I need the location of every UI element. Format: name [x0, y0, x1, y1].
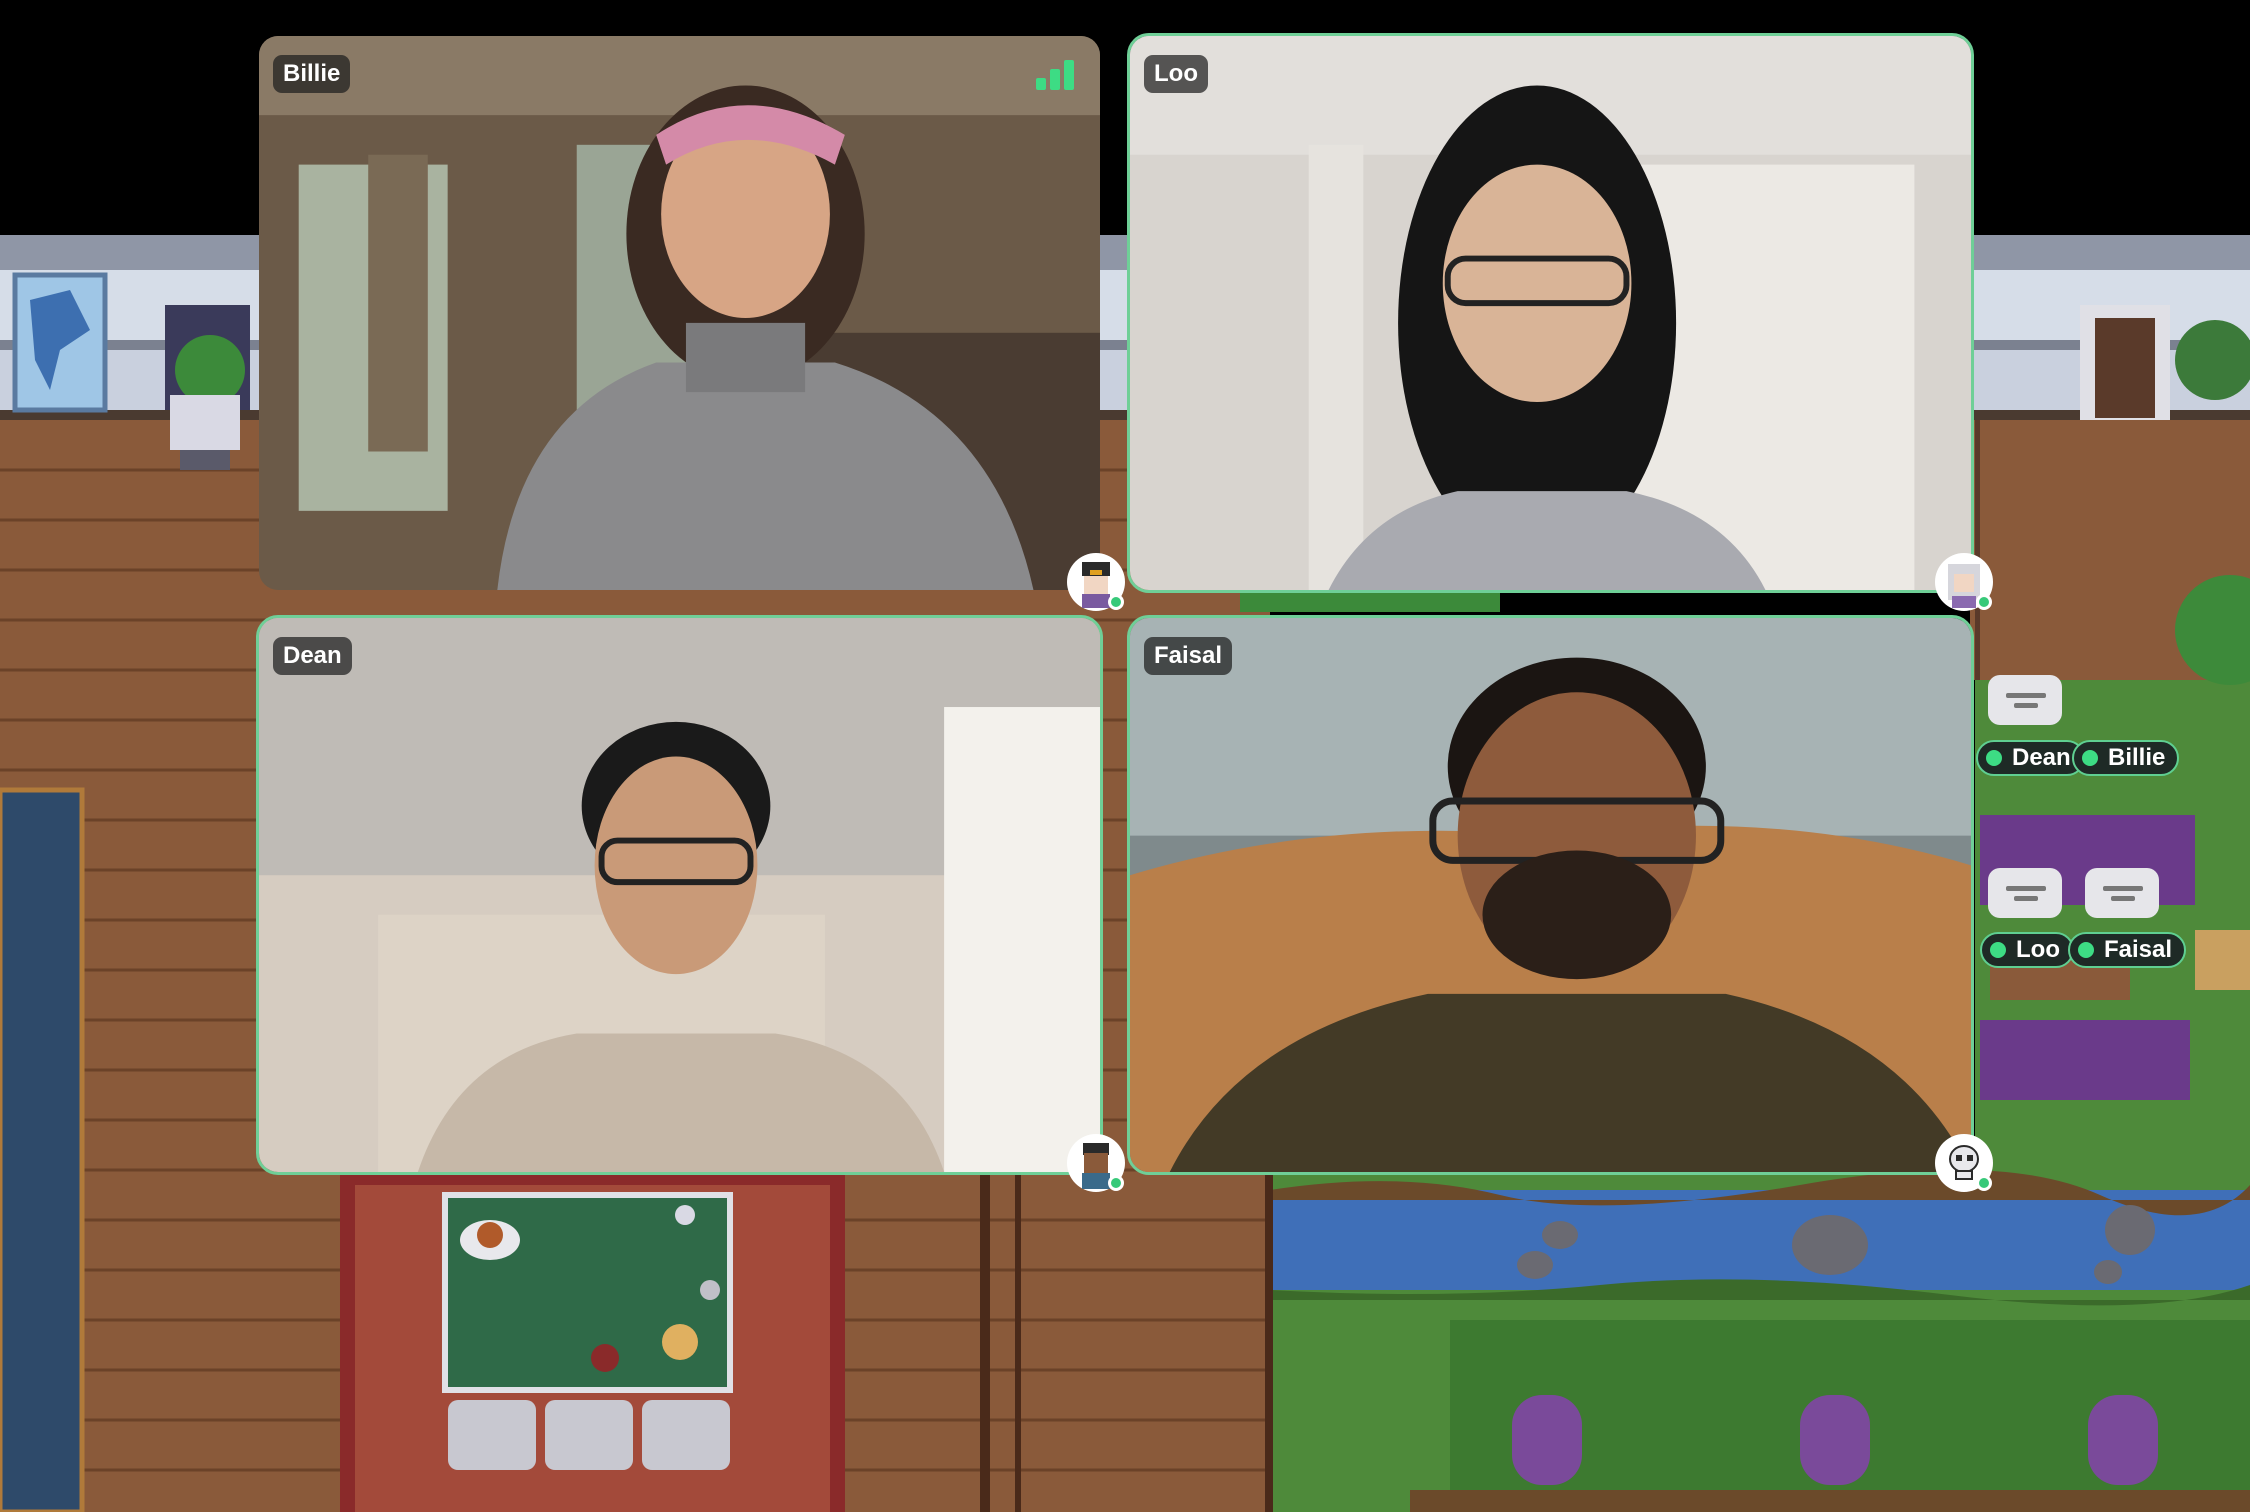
online-status-icon [1990, 942, 2006, 958]
avatar-faisal[interactable] [1934, 1133, 1994, 1193]
participant-name-tag: Billie [273, 55, 351, 93]
video-tile-loo[interactable]: Loo [1127, 33, 1974, 593]
chat-bubble-icon [2085, 868, 2159, 918]
map-label-faisal[interactable]: Faisal [2068, 932, 2187, 968]
online-status-icon [1986, 750, 2002, 766]
video-feed [259, 36, 1100, 590]
video-feed [259, 618, 1100, 1172]
map-label-billie[interactable]: Billie [2072, 740, 2180, 776]
avatar-loo[interactable] [1934, 552, 1994, 612]
online-status-icon [1976, 594, 1992, 610]
participant-name-tag: Loo [1144, 55, 1208, 93]
map-label-dean[interactable]: Dean [1976, 740, 2085, 776]
online-status-icon [2078, 942, 2094, 958]
video-tile-dean[interactable]: Dean [256, 615, 1103, 1175]
signal-strength-icon [1036, 60, 1074, 90]
online-status-icon [1976, 1175, 1992, 1191]
online-status-icon [2082, 750, 2098, 766]
map-label-loo[interactable]: Loo [1980, 932, 2074, 968]
map-label-text: Loo [2016, 936, 2060, 963]
map-label-text: Faisal [2104, 936, 2173, 963]
online-status-icon [1108, 594, 1124, 610]
avatar-dean[interactable] [1066, 1133, 1126, 1193]
chat-bubble-icon [1988, 868, 2062, 918]
map-label-text: Billie [2108, 744, 2166, 771]
participant-name-tag: Faisal [1144, 637, 1233, 675]
online-status-icon [1108, 1175, 1124, 1191]
participant-name-tag: Dean [273, 637, 352, 675]
video-feed [1130, 36, 1971, 590]
chat-bubble-icon [1988, 675, 2062, 725]
video-tile-billie[interactable]: Billie [256, 33, 1103, 593]
video-tile-faisal[interactable]: Faisal [1127, 615, 1974, 1175]
map-label-text: Dean [2012, 744, 2071, 771]
avatar-billie[interactable] [1066, 552, 1126, 612]
video-feed [1130, 618, 1971, 1172]
